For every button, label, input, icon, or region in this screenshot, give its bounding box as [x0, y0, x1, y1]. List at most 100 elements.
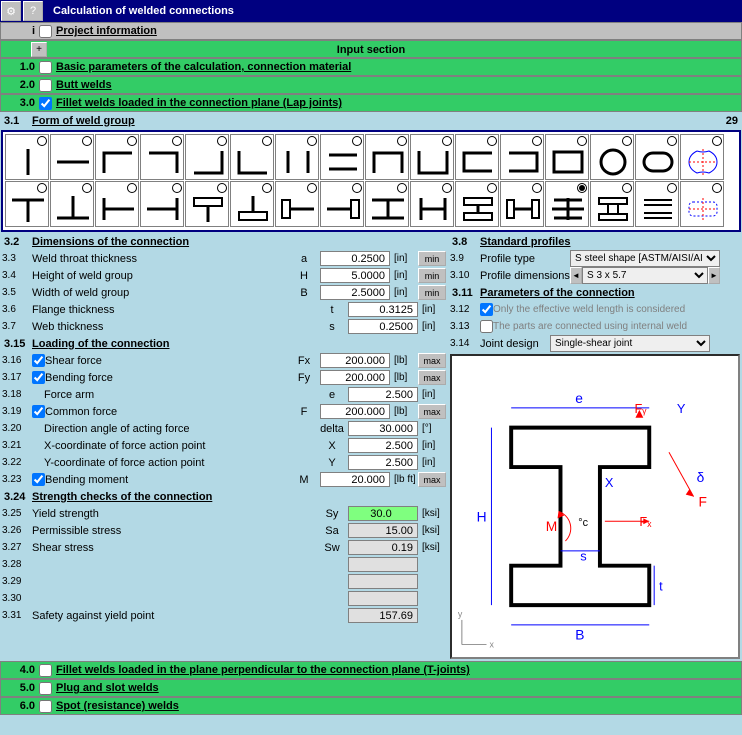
profile-dim-select[interactable]: S 3 x 5.7: [582, 267, 708, 284]
weld-option-30[interactable]: [590, 181, 634, 227]
weld-option-15[interactable]: [635, 134, 679, 180]
moment-checkbox[interactable]: [32, 473, 45, 486]
weld-option-26[interactable]: [410, 181, 454, 227]
weld-option-28[interactable]: [500, 181, 544, 227]
weld-option-14[interactable]: [590, 134, 634, 180]
angle-input[interactable]: [348, 421, 418, 436]
row-329: 3.29: [0, 573, 448, 590]
weld-option-10[interactable]: [410, 134, 454, 180]
weld-option-6[interactable]: [230, 134, 274, 180]
bending-moment-row: 3.23Bending momentM[lb ft]max: [0, 471, 448, 488]
shear-input[interactable]: [320, 353, 390, 368]
weld-option-27[interactable]: [455, 181, 499, 227]
weld-option-7[interactable]: [275, 134, 319, 180]
profile-type-select[interactable]: S steel shape [ASTM/AISI/AISC]: [570, 250, 720, 267]
section-4-checkbox[interactable]: [39, 664, 52, 677]
weld-option-5[interactable]: [185, 134, 229, 180]
min-button[interactable]: min: [418, 268, 446, 283]
weld-option-23[interactable]: [275, 181, 319, 227]
max-button[interactable]: max: [418, 353, 446, 368]
weld-option-3[interactable]: [95, 134, 139, 180]
section-2-checkbox[interactable]: [39, 79, 52, 92]
height-input[interactable]: [320, 268, 390, 283]
y-coord-input[interactable]: [348, 455, 418, 470]
section-1-checkbox[interactable]: [39, 61, 52, 74]
weld-option-31[interactable]: [635, 181, 679, 227]
safety-output: [348, 608, 418, 623]
width-input[interactable]: [320, 285, 390, 300]
shear-stress-output: [348, 540, 418, 555]
weld-option-17[interactable]: [5, 181, 49, 227]
weld-option-25[interactable]: [365, 181, 409, 227]
max-button[interactable]: max: [418, 370, 446, 385]
web-input[interactable]: [348, 319, 418, 334]
section-1-header[interactable]: 1.0 Basic parameters of the calculation,…: [0, 58, 742, 76]
section-2-header[interactable]: 2.0 Butt welds: [0, 76, 742, 94]
weld-option-2[interactable]: [50, 134, 94, 180]
min-button[interactable]: min: [418, 251, 446, 266]
weld-throat-input[interactable]: [320, 251, 390, 266]
weld-option-16[interactable]: [680, 134, 724, 180]
section-4-header[interactable]: 4.0Fillet welds loaded in the plane perp…: [0, 661, 742, 679]
effective-checkbox[interactable]: [480, 303, 493, 316]
section-6-checkbox[interactable]: [39, 700, 52, 713]
project-info-header[interactable]: i Project information: [0, 22, 742, 40]
common-input[interactable]: [320, 404, 390, 419]
weld-option-8[interactable]: [320, 134, 364, 180]
app-icon[interactable]: ⚙: [1, 1, 21, 21]
svg-text:y: y: [458, 609, 463, 619]
bending-input[interactable]: [320, 370, 390, 385]
safety-row: 3.31Safety against yield point: [0, 607, 448, 624]
width-row: 3.5Width of weld groupB[in]min: [0, 284, 448, 301]
params-conn-header: 3.11Parameters of the connection: [448, 284, 742, 301]
out-329: [348, 574, 418, 589]
weld-option-13[interactable]: [545, 134, 589, 180]
svg-text:t: t: [659, 578, 663, 593]
weld-option-32[interactable]: [680, 181, 724, 227]
x-coord-row: 3.21X-coordinate of force action pointX[…: [0, 437, 448, 454]
bending-checkbox[interactable]: [32, 371, 45, 384]
weld-option-9[interactable]: [365, 134, 409, 180]
common-checkbox[interactable]: [32, 405, 45, 418]
weld-option-20[interactable]: [140, 181, 184, 227]
shear-checkbox[interactable]: [32, 354, 45, 367]
weld-option-1[interactable]: [5, 134, 49, 180]
weld-option-12[interactable]: [500, 134, 544, 180]
height-row: 3.4Height of weld groupH[in]min: [0, 267, 448, 284]
dimensions-header: 3.2 Dimensions of the connection: [0, 233, 448, 250]
expand-button[interactable]: +: [31, 42, 47, 57]
joint-design-select[interactable]: Single-shear joint: [550, 335, 710, 352]
profiles-header: 3.8Standard profiles: [448, 233, 742, 250]
internal-checkbox[interactable]: [480, 320, 493, 333]
permissible-row: 3.26Permissible stressSa[ksi]: [0, 522, 448, 539]
section-3-header[interactable]: 3.0 Fillet welds loaded in the connectio…: [0, 94, 742, 112]
weld-option-11[interactable]: [455, 134, 499, 180]
section-5-checkbox[interactable]: [39, 682, 52, 695]
force-arm-input[interactable]: [348, 387, 418, 402]
weld-option-4[interactable]: [140, 134, 184, 180]
weld-option-18[interactable]: [50, 181, 94, 227]
weld-option-22[interactable]: [230, 181, 274, 227]
weld-option-29[interactable]: [545, 181, 589, 227]
max-button[interactable]: max: [418, 472, 446, 487]
section-5-header[interactable]: 5.0Plug and slot welds: [0, 679, 742, 697]
section-3-checkbox[interactable]: [39, 97, 52, 110]
weld-throat-row: 3.3Weld throat thicknessa[in]min: [0, 250, 448, 267]
yield-output: [348, 506, 418, 521]
dim-prev-button[interactable]: ◄: [570, 267, 582, 284]
help-icon[interactable]: ?: [23, 1, 43, 21]
weld-option-21[interactable]: [185, 181, 229, 227]
project-info-checkbox[interactable]: [39, 25, 52, 38]
x-coord-input[interactable]: [348, 438, 418, 453]
weld-option-19[interactable]: [95, 181, 139, 227]
min-button[interactable]: min: [418, 285, 446, 300]
dim-next-button[interactable]: ►: [708, 267, 720, 284]
weld-option-24[interactable]: [320, 181, 364, 227]
shear-stress-row: 3.27Shear stressSw[ksi]: [0, 539, 448, 556]
yield-row: 3.25Yield strengthSy[ksi]: [0, 505, 448, 522]
flange-input[interactable]: [348, 302, 418, 317]
section-6-header[interactable]: 6.0Spot (resistance) welds: [0, 697, 742, 715]
moment-input[interactable]: [320, 472, 390, 487]
max-button[interactable]: max: [418, 404, 446, 419]
svg-text:°c: °c: [578, 517, 588, 529]
